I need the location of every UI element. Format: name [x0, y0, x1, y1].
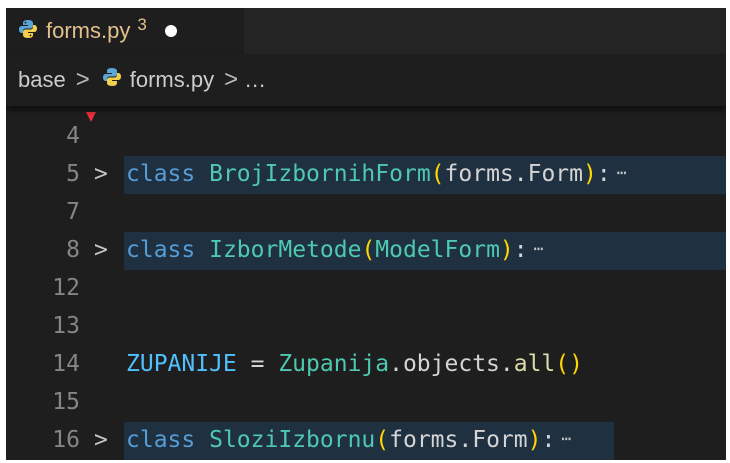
- code-line[interactable]: 5 > class BrojIzbornihForm(forms.Form): ⋯: [6, 156, 726, 194]
- breadcrumb-symbols[interactable]: …: [244, 67, 266, 93]
- line-number: 16: [52, 427, 80, 453]
- breadcrumb-file[interactable]: forms.py: [130, 67, 214, 93]
- folded-ellipsis-icon[interactable]: ⋯: [617, 163, 627, 182]
- line-number: 15: [52, 389, 80, 415]
- line-number: 12: [52, 275, 80, 301]
- editor-window: forms.py 3 base > forms.py > … 4 5 > cla…: [6, 8, 726, 460]
- line-number: 7: [66, 199, 80, 225]
- tab-forms-py[interactable]: forms.py 3: [6, 8, 244, 54]
- fold-chevron-icon[interactable]: >: [94, 427, 108, 453]
- code-line[interactable]: 12: [6, 270, 726, 308]
- chevron-right-icon: >: [224, 66, 239, 93]
- code-line[interactable]: 7: [6, 194, 726, 232]
- python-icon: [102, 67, 122, 93]
- code-line[interactable]: 8 > class IzborMetode(ModelForm): ⋯: [6, 232, 726, 270]
- folded-ellipsis-icon[interactable]: ⋯: [561, 429, 571, 448]
- line-number: 8: [66, 237, 80, 263]
- fold-chevron-icon[interactable]: >: [94, 237, 108, 263]
- folded-ellipsis-icon[interactable]: ⋯: [534, 239, 544, 258]
- breadcrumb: base > forms.py > …: [6, 54, 726, 106]
- fold-chevron-icon[interactable]: >: [94, 161, 108, 187]
- chevron-right-icon: >: [75, 66, 90, 93]
- breadcrumb-folder[interactable]: base: [18, 67, 66, 93]
- tab-bar: forms.py 3: [6, 8, 726, 54]
- problem-count-badge: 3: [137, 15, 147, 34]
- code-line[interactable]: 13: [6, 308, 726, 346]
- code-text: class IzborMetode(ModelForm): ⋯: [126, 237, 544, 263]
- code-editor[interactable]: 4 5 > class BrojIzbornihForm(forms.Form)…: [6, 106, 726, 460]
- code-text: class SloziIzbornu(forms.Form): ⋯: [126, 427, 571, 453]
- line-number: 14: [52, 351, 80, 377]
- tab-title: forms.py: [46, 18, 131, 43]
- line-number: 4: [66, 123, 80, 149]
- line-number: 5: [66, 161, 80, 187]
- unsaved-dot-icon[interactable]: [164, 25, 177, 37]
- code-line[interactable]: 15: [6, 384, 726, 422]
- code-text: class BrojIzbornihForm(forms.Form): ⋯: [126, 161, 627, 187]
- code-line[interactable]: 16 > class SloziIzbornu(forms.Form): ⋯: [6, 422, 726, 460]
- code-text: ZUPANIJE = Zupanija.objects.all(): [126, 351, 583, 377]
- code-line[interactable]: 4: [6, 118, 726, 156]
- code-line[interactable]: 14 ZUPANIJE = Zupanija.objects.all(): [6, 346, 726, 384]
- line-number: 13: [52, 313, 80, 339]
- python-icon: [18, 19, 38, 43]
